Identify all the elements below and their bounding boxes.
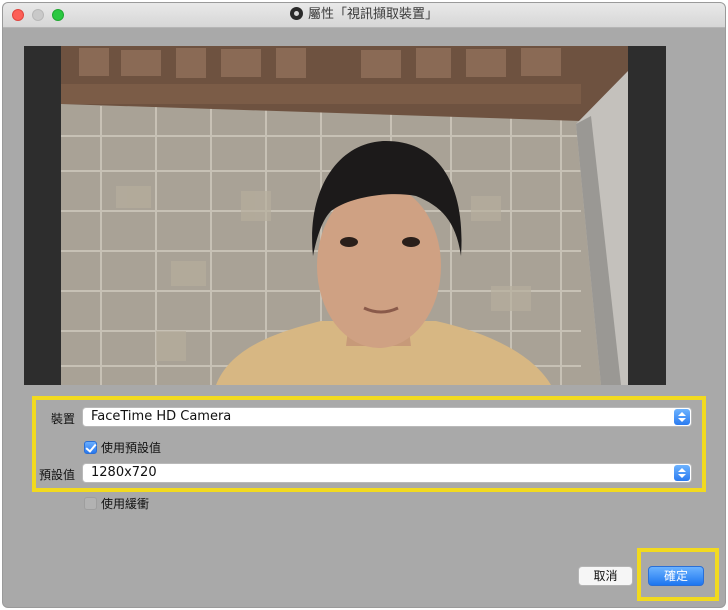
use-buffering-label: 使用緩衝: [101, 497, 150, 511]
select-arrows-icon: [674, 409, 690, 425]
preset-label: 預設值: [38, 468, 75, 482]
camera-feed-image: [61, 46, 628, 385]
video-preview: [24, 46, 666, 385]
use-buffering-checkbox[interactable]: [84, 497, 97, 510]
obs-logo-icon: [289, 7, 303, 20]
use-preset-checkbox[interactable]: [84, 441, 97, 454]
device-select[interactable]: FaceTime HD Camera: [82, 407, 692, 427]
ok-button[interactable]: 確定: [648, 566, 704, 586]
title-bar: 屬性「視訊擷取裝置」: [3, 3, 725, 28]
window-title: 屬性「視訊擷取裝置」: [307, 7, 438, 22]
preset-select[interactable]: 1280x720: [82, 463, 692, 483]
use-preset-label: 使用預設值: [101, 441, 162, 455]
select-arrows-icon: [674, 465, 690, 481]
device-label: 裝置: [50, 412, 75, 426]
preset-select-value: 1280x720: [91, 465, 157, 480]
window-title-container: 屬性「視訊擷取裝置」: [3, 3, 725, 27]
properties-window: 屬性「視訊擷取裝置」 裝置 FaceTime HD Camera 使用預設值 預…: [3, 3, 725, 607]
device-select-value: FaceTime HD Camera: [91, 409, 232, 424]
cancel-button[interactable]: 取消: [578, 566, 633, 586]
